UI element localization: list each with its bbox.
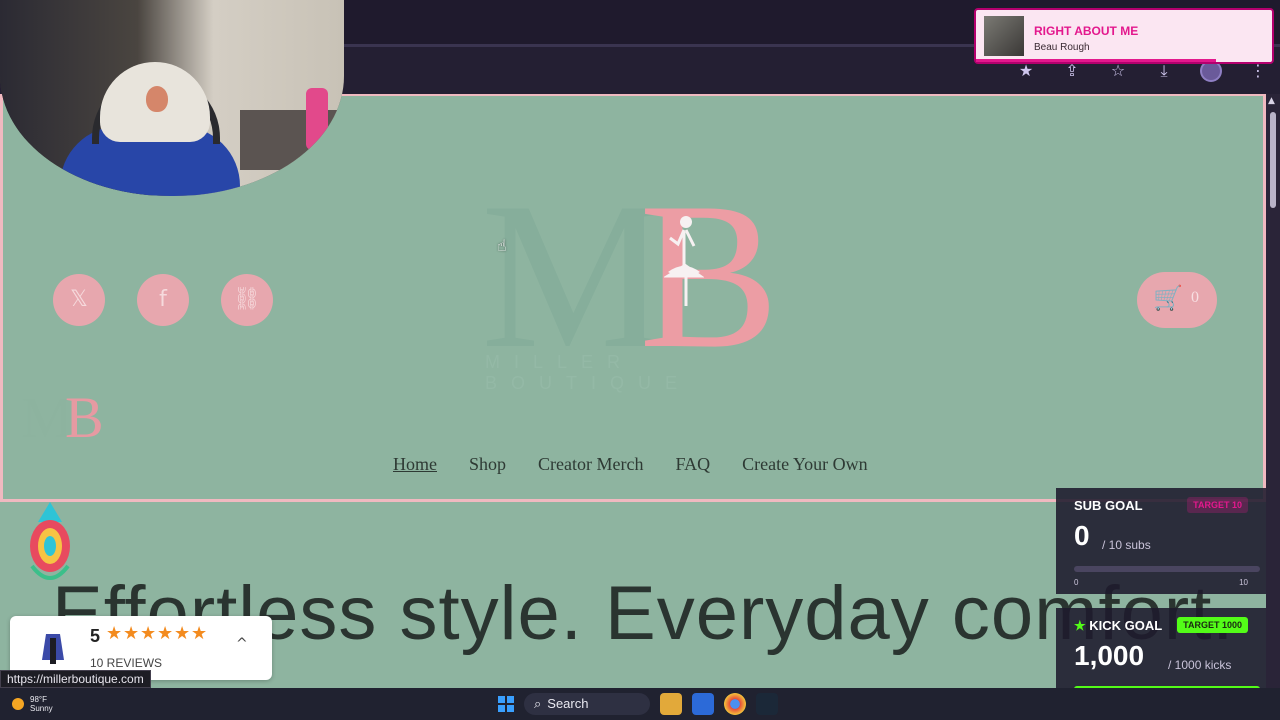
logo-subtitle: MILLER BOUTIQUE xyxy=(485,352,692,393)
weather-temp: 98°F xyxy=(30,695,47,704)
webcam-overlay xyxy=(0,0,344,196)
review-score: 5 xyxy=(90,626,101,646)
weather-condition: Sunny xyxy=(30,704,53,713)
page-scrollbar[interactable]: ▲ xyxy=(1266,94,1280,720)
webcam-desk xyxy=(240,110,344,170)
weather-text: 98°F Sunny xyxy=(30,695,53,713)
kick-goal-unit: / 1000 kicks xyxy=(1168,658,1232,672)
webcam-bottle xyxy=(306,88,328,150)
taskbar-search[interactable]: ⌕ Search xyxy=(524,693,650,715)
x-twitter-icon[interactable]: 𝕏 xyxy=(53,274,105,326)
album-art xyxy=(984,16,1024,56)
taskbar-apps: ⌕ Search xyxy=(498,693,778,715)
cart-icon: 🛒 xyxy=(1153,284,1183,312)
kick-goal-label: ★ KICK GOAL xyxy=(1074,618,1162,634)
cart-count: 0 xyxy=(1191,289,1199,306)
hand-cursor-icon: ☝ xyxy=(497,236,507,255)
kick-goal-label-text: KICK GOAL xyxy=(1089,618,1163,633)
star-icon: ★ xyxy=(140,623,157,644)
kick-star-icon: ★ xyxy=(1074,618,1090,633)
windows-taskbar: 98°F Sunny ⌕ Search xyxy=(0,688,1280,720)
review-stars: ★ ★ ★ ★ ★ ★ xyxy=(106,623,208,644)
scrollbar-thumb[interactable] xyxy=(1270,112,1276,208)
star-icon: ★ xyxy=(174,623,191,644)
facebook-icon[interactable]: f xyxy=(137,274,189,326)
nav-shop[interactable]: Shop xyxy=(469,454,506,475)
sub-goal-target: TARGET 10 xyxy=(1187,497,1248,513)
nav-faq[interactable]: FAQ xyxy=(675,454,710,475)
share-icon[interactable]: ⇪ xyxy=(1062,61,1082,81)
webcam-hat-logo xyxy=(146,86,168,112)
sun-icon xyxy=(12,698,24,710)
now-playing-widget: RIGHT ABOUT ME Beau Rough xyxy=(974,8,1274,64)
sub-goal-unit: / 10 subs xyxy=(1102,538,1151,552)
small-logo-b: B xyxy=(65,385,104,450)
chrome-icon[interactable] xyxy=(724,693,746,715)
windows-start-icon[interactable] xyxy=(498,696,514,712)
star-icon: ★ xyxy=(157,623,174,644)
kick-goal-current: 1,000 xyxy=(1074,640,1145,671)
chevron-up-icon[interactable]: ^ xyxy=(236,636,248,652)
brand-logo[interactable]: M B MILLER BOUTIQUE xyxy=(481,160,791,393)
nav-home[interactable]: Home xyxy=(393,454,437,475)
small-logo[interactable]: M B xyxy=(21,388,111,448)
star-icon: ★ xyxy=(123,623,140,644)
link-icon[interactable]: ⛓ xyxy=(221,274,273,326)
steam-icon[interactable] xyxy=(756,693,778,715)
sub-goal-max: 10 xyxy=(1239,578,1248,587)
link-status-url: https://millerboutique.com xyxy=(0,670,151,688)
reviews-logo-icon xyxy=(42,634,64,664)
star-icon: ★ xyxy=(191,623,208,644)
search-label: Search xyxy=(547,696,589,711)
nav-create-your-own[interactable]: Create Your Own xyxy=(742,454,868,475)
star-icon: ★ xyxy=(106,623,123,644)
rocket-mascot-icon xyxy=(30,502,70,580)
main-nav: Home Shop Creator Merch FAQ Create Your … xyxy=(393,454,868,475)
app-icon[interactable] xyxy=(692,693,714,715)
star-filled-icon[interactable]: ★ xyxy=(1016,61,1036,81)
nav-creator-merch[interactable]: Creator Merch xyxy=(538,454,643,475)
review-count: 10 REVIEWS xyxy=(90,656,163,670)
track-artist: Beau Rough xyxy=(1034,42,1090,53)
track-title: RIGHT ABOUT ME xyxy=(1034,24,1139,38)
weather-widget[interactable]: 98°F Sunny xyxy=(12,695,53,713)
sub-goal-min: 0 xyxy=(1074,578,1079,587)
track-progress xyxy=(976,59,1216,62)
bookmark-star-icon[interactable]: ☆ xyxy=(1108,61,1128,81)
download-icon[interactable]: ⤓ xyxy=(1154,61,1174,81)
cart-button[interactable]: 🛒 0 xyxy=(1137,272,1217,328)
sub-goal-widget: SUB GOAL TARGET 10 0 / 10 subs 0 10 xyxy=(1056,488,1266,594)
scroll-up-arrow-icon[interactable]: ▲ xyxy=(1268,96,1275,106)
ballerina-icon xyxy=(664,216,704,306)
search-icon: ⌕ xyxy=(534,696,542,711)
sub-goal-current: 0 xyxy=(1074,520,1090,551)
logo-letter-b: B xyxy=(639,160,780,392)
kebab-menu-icon[interactable]: ⋮ xyxy=(1248,61,1268,81)
sub-goal-label: SUB GOAL xyxy=(1074,498,1143,513)
sub-goal-track xyxy=(1074,566,1260,572)
file-explorer-icon[interactable] xyxy=(660,693,682,715)
kick-goal-target: TARGET 1000 xyxy=(1177,617,1248,633)
